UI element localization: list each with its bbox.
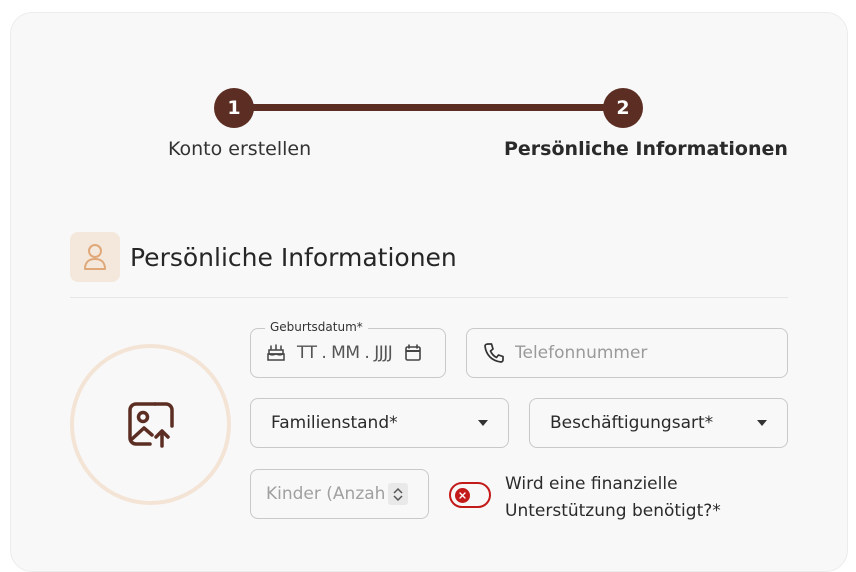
financial-support-label: Wird eine finanzielle Unterstützung benö… [505, 474, 721, 521]
cake-icon [267, 344, 285, 361]
phone-input[interactable] [515, 343, 765, 363]
person-icon [70, 232, 120, 282]
number-stepper[interactable] [388, 483, 408, 505]
chevron-down-icon [757, 420, 767, 426]
section-divider [70, 297, 788, 298]
image-upload-icon [127, 401, 174, 448]
marital-status-label: Familienstand* [271, 413, 398, 433]
section-title: Persönliche Informationen [130, 243, 457, 272]
step-2-indicator[interactable]: 2 [603, 88, 643, 128]
birthdate-field[interactable]: Geburtsdatum* TT . MM . JJJJ [250, 320, 446, 378]
chevron-up-icon[interactable] [393, 487, 403, 494]
children-field[interactable] [250, 469, 429, 519]
phone-field[interactable] [466, 328, 788, 378]
birthdate-value: TT . MM . JJJJ [297, 343, 393, 363]
toggle-knob [455, 488, 470, 503]
financial-support-toggle[interactable] [449, 482, 491, 508]
calendar-icon[interactable] [404, 344, 422, 362]
close-icon [459, 492, 466, 499]
chevron-down-icon[interactable] [393, 494, 403, 502]
marital-status-select[interactable]: Familienstand* [250, 398, 509, 448]
stepper: 1 2 Konto erstellen Persönliche Informat… [0, 0, 856, 200]
chevron-down-icon [478, 420, 488, 426]
phone-icon [484, 343, 504, 363]
avatar-upload[interactable] [70, 344, 231, 505]
employment-type-label: Beschäftigungsart* [550, 413, 714, 433]
stepper-connector [234, 104, 623, 111]
step-2-label: Persönliche Informationen [504, 138, 788, 160]
birthdate-label: Geburtsdatum* [265, 320, 368, 334]
step-1-indicator[interactable]: 1 [214, 88, 254, 128]
children-input[interactable] [266, 484, 386, 504]
step-1-label: Konto erstellen [168, 138, 312, 160]
employment-type-select[interactable]: Beschäftigungsart* [529, 398, 788, 448]
